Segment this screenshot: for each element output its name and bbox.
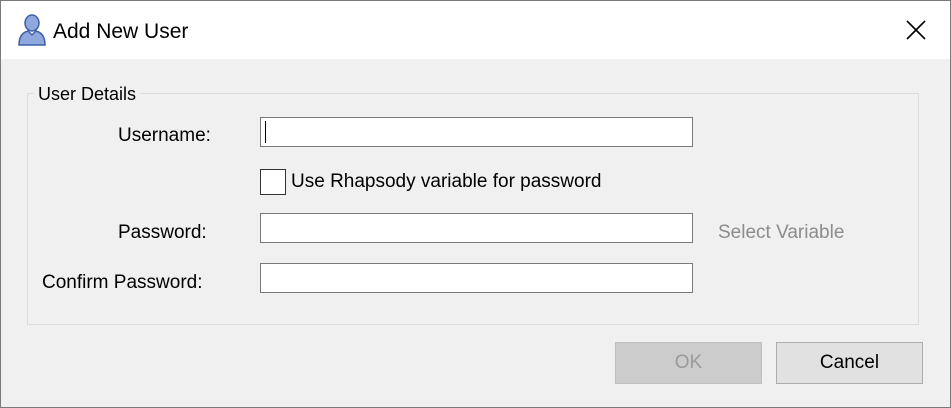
add-new-user-dialog: Add New User User Details Username: Use … bbox=[0, 0, 951, 408]
text-caret bbox=[265, 121, 266, 143]
group-label: User Details bbox=[34, 83, 141, 105]
password-label: Password: bbox=[118, 222, 207, 243]
use-variable-label[interactable]: Use Rhapsody variable for password bbox=[291, 170, 602, 194]
title-bar: Add New User bbox=[1, 1, 950, 59]
confirm-password-label: Confirm Password: bbox=[42, 272, 203, 293]
select-variable-link[interactable]: Select Variable bbox=[718, 221, 844, 245]
use-variable-checkbox[interactable] bbox=[260, 169, 286, 195]
password-input[interactable] bbox=[260, 213, 693, 243]
window-title: Add New User bbox=[53, 20, 189, 43]
username-label: Username: bbox=[118, 125, 211, 146]
cancel-button[interactable]: Cancel bbox=[776, 342, 923, 384]
ok-button[interactable]: OK bbox=[615, 342, 762, 384]
close-icon bbox=[906, 20, 926, 40]
confirm-password-input[interactable] bbox=[260, 263, 693, 293]
user-icon bbox=[17, 14, 47, 46]
close-button[interactable] bbox=[890, 9, 942, 51]
username-input[interactable] bbox=[260, 117, 693, 147]
